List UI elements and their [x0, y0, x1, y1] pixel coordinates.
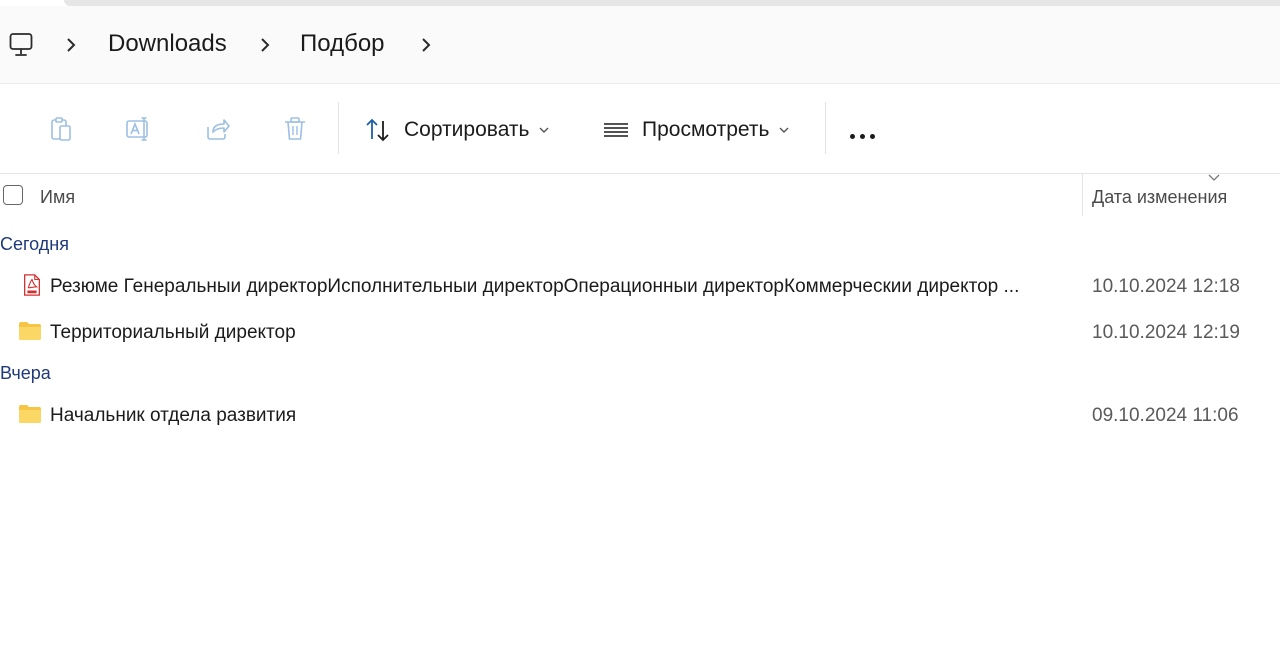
- column-header: Имя Дата изменения: [0, 174, 1280, 218]
- delete-icon[interactable]: [281, 115, 309, 143]
- folder-date: 10.10.2024 12:19: [1092, 322, 1240, 343]
- file-date: 10.10.2024 12:18: [1092, 276, 1240, 297]
- rename-icon[interactable]: [125, 115, 153, 143]
- group-header-today[interactable]: Сегодня: [0, 234, 69, 255]
- column-date-header[interactable]: Дата изменения: [1092, 187, 1227, 208]
- list-item[interactable]: Начальник отдела развития 09.10.2024 11:…: [0, 395, 1280, 435]
- pdf-file-icon: [24, 274, 40, 296]
- list-item[interactable]: Резюме Генеральныи директорИсполнительны…: [0, 266, 1280, 306]
- column-resize-handle[interactable]: [1082, 174, 1083, 216]
- folder-icon: [19, 405, 41, 423]
- view-label: Просмотреть: [642, 118, 770, 141]
- chevron-right-icon[interactable]: [258, 36, 272, 54]
- chevron-down-icon: [779, 127, 789, 133]
- share-icon[interactable]: [203, 115, 231, 143]
- select-all-checkbox[interactable]: [3, 185, 23, 205]
- view-list-icon: [604, 123, 628, 137]
- breadcrumb-item-podbor[interactable]: Подбор: [300, 30, 385, 58]
- this-pc-icon[interactable]: [9, 32, 33, 58]
- command-bar: Сортировать Просмотреть: [0, 84, 1280, 174]
- sort-button[interactable]: Сортировать: [364, 114, 549, 146]
- chevron-down-icon: [539, 127, 549, 133]
- toolbar-separator: [338, 102, 339, 154]
- view-button[interactable]: Просмотреть: [602, 114, 789, 146]
- more-options-icon[interactable]: [850, 126, 880, 144]
- chevron-right-icon[interactable]: [419, 36, 433, 54]
- breadcrumb-item-downloads[interactable]: Downloads: [108, 30, 227, 58]
- sort-icon: [366, 118, 389, 142]
- sort-label: Сортировать: [404, 118, 530, 141]
- paste-icon[interactable]: [47, 115, 75, 143]
- folder-date: 09.10.2024 11:06: [1092, 405, 1239, 426]
- list-item[interactable]: Территориальный директор 10.10.2024 12:1…: [0, 312, 1280, 352]
- folder-name: Начальник отдела развития: [50, 405, 297, 426]
- folder-name: Территориальный директор: [50, 322, 296, 343]
- column-name-header[interactable]: Имя: [40, 187, 75, 208]
- address-bar[interactable]: Downloads Подбор: [0, 6, 1280, 84]
- toolbar-separator: [825, 102, 826, 154]
- folder-icon: [19, 322, 41, 340]
- sort-direction-icon: [1208, 174, 1220, 181]
- group-header-yesterday[interactable]: Вчера: [0, 363, 51, 384]
- chevron-right-icon[interactable]: [64, 36, 78, 54]
- file-name: Резюме Генеральныи директорИсполнительны…: [50, 276, 1020, 297]
